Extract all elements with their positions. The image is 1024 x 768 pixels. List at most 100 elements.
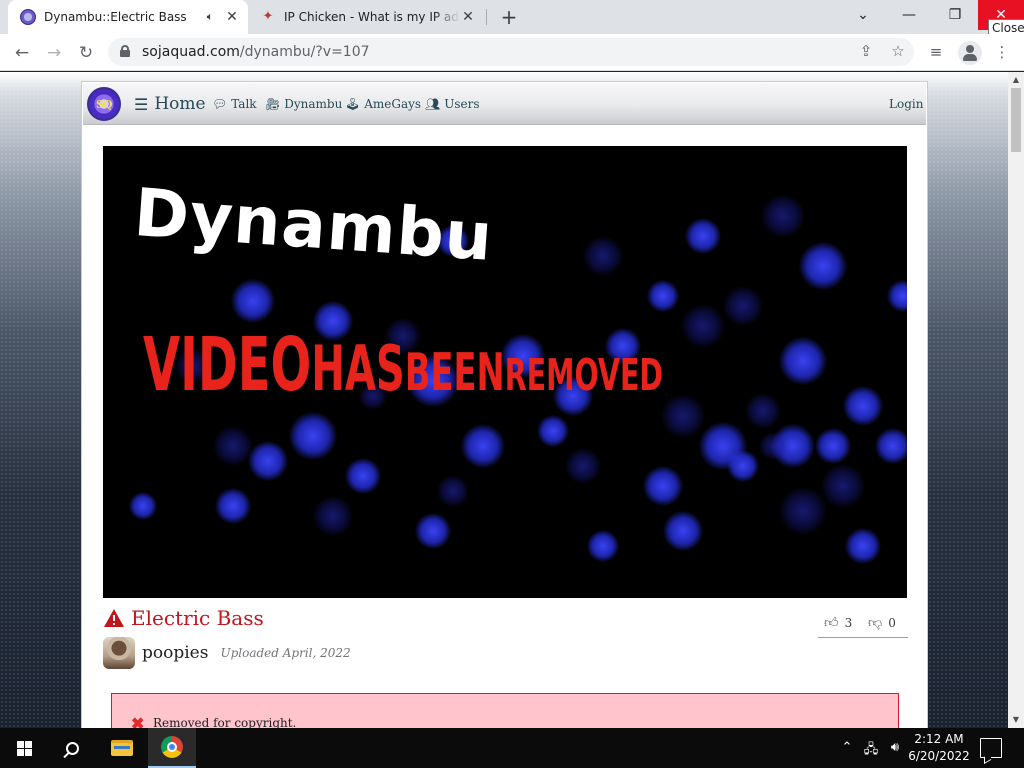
bokeh-orb: [745, 393, 781, 429]
vote-bar: 👍︎ 3 👎︎ 0: [818, 614, 908, 638]
uploader-info: poopies Uploaded April, 2022: [103, 637, 351, 669]
minimize-button[interactable]: —: [886, 0, 932, 30]
more-menu-icon[interactable]: ⋮: [990, 43, 1014, 61]
search-button[interactable]: [48, 728, 96, 768]
bokeh-orb: [759, 432, 787, 460]
back-arrow-icon[interactable]: ←: [8, 39, 36, 67]
bokeh-orb: [681, 304, 725, 348]
like-count: 3: [844, 615, 853, 630]
bokeh-orb: [587, 530, 619, 562]
bokeh-orb: [821, 464, 865, 508]
close-tab-icon[interactable]: ✕: [224, 9, 240, 25]
volume-icon[interactable]: 🔊︎: [885, 740, 905, 755]
scroll-down-arrow-icon[interactable]: ▼: [1008, 712, 1024, 728]
windows-logo-icon: [16, 740, 32, 756]
bokeh-orb: [643, 466, 683, 506]
lock-icon[interactable]: [120, 45, 130, 57]
bokeh-orb: [815, 428, 851, 464]
close-tab-icon[interactable]: ✕: [460, 9, 476, 25]
start-button[interactable]: [0, 728, 48, 768]
bokeh-orb: [845, 528, 881, 564]
bokeh-orb: [213, 426, 253, 466]
bokeh-orb: [415, 513, 451, 549]
page-viewport: SQ ☰ Home 💬︎ Talk 🎥︎ Dynambu 🕹︎ AmeGays …: [0, 72, 1008, 728]
scrollbar-thumb[interactable]: [1011, 88, 1021, 152]
nav-home[interactable]: ☰ Home: [134, 83, 206, 125]
users-icon: 👥︎: [425, 97, 441, 111]
restore-button[interactable]: ❐: [932, 0, 978, 30]
url-text[interactable]: sojaquad.com/dynambu/?v=107: [142, 44, 370, 60]
tab-title: Dynambu::Electric Bass: [44, 10, 187, 24]
bokeh-orb: [875, 428, 907, 464]
notifications-icon[interactable]: [980, 738, 1002, 758]
bokeh-orb: [779, 337, 827, 385]
bokeh-orb: [647, 280, 679, 312]
video-title: Electric Bass: [131, 606, 264, 630]
show-hidden-icons-icon[interactable]: ⌃: [837, 740, 857, 755]
bokeh-orb: [723, 286, 763, 326]
tab-ip-chicken[interactable]: ✦ IP Chicken - What is my IP address ✕: [250, 0, 484, 34]
thumbs-down-icon: 👎︎: [868, 615, 883, 631]
site-navbar: SQ ☰ Home 💬︎ Talk 🎥︎ Dynambu 🕹︎ AmeGays …: [83, 83, 926, 125]
speaker-icon[interactable]: 🔈︎: [202, 10, 218, 24]
profile-avatar-icon[interactable]: [958, 41, 982, 65]
chrome-icon: [161, 736, 183, 758]
video-player[interactable]: Dynambu VIDEO HAS BEEN REMOVED: [103, 146, 907, 598]
address-bar[interactable]: sojaquad.com/dynambu/?v=107 ⇪ ☆: [108, 38, 914, 66]
chrome-taskbar-button[interactable]: [148, 728, 196, 768]
bokeh-orb: [437, 475, 469, 507]
bokeh-orb: [289, 412, 337, 460]
system-clock[interactable]: 2:12 AM 6/20/2022: [905, 731, 973, 765]
dislike-button[interactable]: 👎︎ 0: [868, 614, 896, 631]
bokeh-orb: [887, 280, 907, 312]
nav-users[interactable]: 👥︎ Users: [425, 83, 480, 125]
site-logo[interactable]: SQ: [87, 87, 121, 121]
tab-separator: [486, 9, 487, 25]
bokeh-orb: [345, 458, 381, 494]
bokeh-orb: [248, 441, 288, 481]
new-tab-button[interactable]: +: [497, 5, 521, 29]
clock-date: 6/20/2022: [908, 749, 970, 763]
joystick-icon: 🕹︎: [345, 97, 361, 111]
nav-login[interactable]: Login: [889, 83, 923, 125]
nav-talk[interactable]: 💬︎ Talk: [212, 83, 257, 125]
bokeh-orb: [583, 236, 623, 276]
clock-time: 2:12 AM: [914, 732, 964, 746]
file-explorer-button[interactable]: [98, 728, 146, 768]
media-queue-icon[interactable]: ≡: [924, 43, 948, 61]
network-icon[interactable]: 🖧︎: [861, 740, 881, 762]
bokeh-orb: [313, 496, 353, 536]
bokeh-orb: [779, 487, 827, 535]
like-button[interactable]: 👍︎ 3: [824, 614, 852, 631]
dislike-count: 0: [888, 615, 896, 630]
content-panel: SQ ☰ Home 💬︎ Talk 🎥︎ Dynambu 🕹︎ AmeGays …: [81, 81, 928, 728]
video-brand-text: Dynambu: [131, 174, 496, 276]
tab-search-icon[interactable]: ⌄: [840, 0, 886, 30]
reload-icon[interactable]: ↻: [72, 39, 100, 67]
video-title-row: Electric Bass: [103, 606, 264, 630]
bokeh-orb: [565, 448, 601, 484]
bokeh-orb: [461, 424, 505, 468]
bokeh-orb: [661, 394, 705, 438]
tab-dynambu[interactable]: Dynambu::Electric Bass 🔈︎ ✕: [8, 0, 248, 34]
share-icon[interactable]: ⇪: [856, 42, 876, 60]
page-scrollbar[interactable]: ▲ ▼: [1008, 72, 1024, 728]
bokeh-orb: [843, 386, 883, 426]
upload-date: Uploaded April, 2022: [220, 646, 351, 660]
scroll-up-arrow-icon[interactable]: ▲: [1008, 72, 1024, 88]
thumbs-up-icon: 👍︎: [824, 615, 839, 631]
warning-triangle-icon: [104, 609, 124, 627]
avatar[interactable]: [103, 637, 135, 669]
tab-title: IP Chicken - What is my IP address: [284, 10, 460, 24]
video-removed-message: VIDEO HAS BEEN REMOVED: [143, 322, 664, 408]
browser-toolbar: ← → ↻ sojaquad.com/dynambu/?v=107 ⇪ ☆ ≡ …: [0, 34, 1024, 71]
bokeh-orb: [761, 194, 805, 238]
tab-strip: Dynambu::Electric Bass 🔈︎ ✕ ✦ IP Chicken…: [0, 0, 1024, 37]
uploader-name[interactable]: poopies: [142, 643, 208, 663]
video-camera-icon: 🎥︎: [265, 97, 281, 111]
nav-amegays[interactable]: 🕹︎ AmeGays: [345, 83, 421, 125]
bookmark-star-icon[interactable]: ☆: [888, 42, 908, 60]
bokeh-orb: [663, 511, 703, 551]
forward-arrow-icon[interactable]: →: [40, 39, 68, 67]
nav-dynambu[interactable]: 🎥︎ Dynambu: [265, 83, 342, 125]
